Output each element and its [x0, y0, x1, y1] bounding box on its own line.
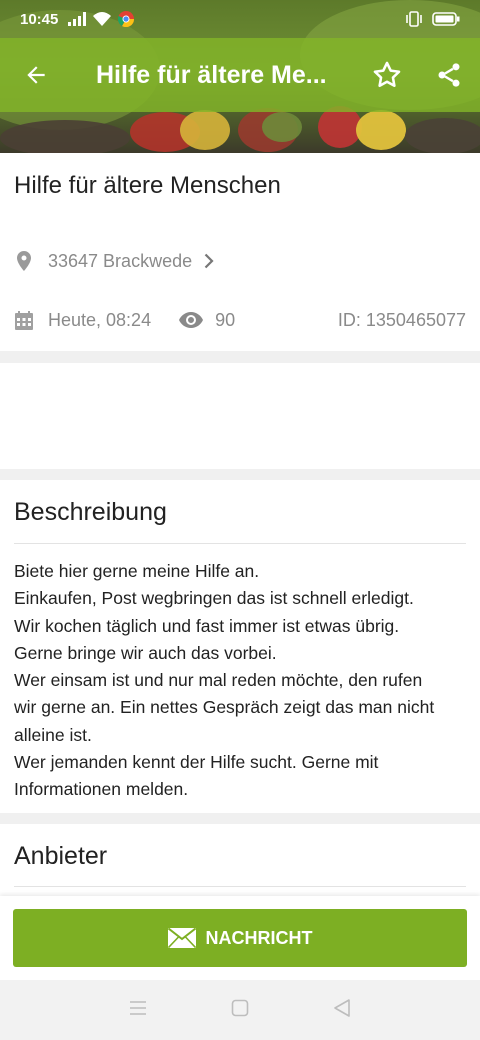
battery-icon	[432, 12, 460, 26]
back-nav-button[interactable]	[333, 998, 351, 1023]
listing-summary-card: Hilfe für ältere Menschen 33647 Brackwed…	[0, 153, 480, 351]
description-line: Einkaufen, Post wegbringen das ist schne…	[14, 588, 414, 609]
eye-icon	[179, 309, 204, 331]
provider-card: Anbieter	[0, 824, 480, 896]
status-bar: 10:45	[0, 0, 480, 38]
favorite-button[interactable]	[356, 38, 418, 112]
menu-nav-button[interactable]	[129, 1000, 147, 1021]
message-button[interactable]: NACHRICHT	[13, 909, 467, 967]
signal-icon	[68, 12, 87, 26]
description-line: Wir kochen täglich und fast immer ist et…	[14, 615, 400, 636]
location-text: 33647 Brackwede	[48, 250, 193, 271]
chevron-right-icon	[204, 253, 214, 269]
description-line: Wer jemanden kennt der Hilfe sucht. Gern…	[14, 752, 379, 773]
location-pin-icon	[14, 250, 34, 272]
view-count: 90	[215, 309, 236, 330]
envelope-icon	[167, 928, 196, 948]
info-row: Heute, 08:24 90 ID: 1350465077	[14, 308, 466, 332]
toolbar-title: Hilfe für ältere Me...	[96, 60, 327, 89]
square-home-icon	[231, 999, 249, 1016]
app-toolbar: Hilfe für ältere Me...	[0, 38, 480, 112]
listing-title: Hilfe für ältere Menschen	[14, 172, 281, 199]
back-button[interactable]	[0, 38, 72, 112]
chrome-icon	[118, 11, 135, 27]
description-line: Wer einsam ist und nur mal reden möchte,…	[14, 670, 423, 691]
bottom-action-bar: NACHRICHT	[0, 896, 480, 980]
location-row[interactable]: 33647 Brackwede	[14, 249, 466, 273]
status-time: 10:45	[20, 10, 59, 28]
description-line: Informationen melden.	[14, 779, 189, 800]
system-nav-bar	[0, 980, 480, 1040]
listing-id: ID: 1350465077	[337, 309, 466, 330]
provider-heading: Anbieter	[14, 842, 108, 870]
share-icon	[438, 63, 460, 87]
share-button[interactable]	[418, 38, 480, 112]
calendar-icon	[14, 309, 34, 331]
description-line: Gerne bringe wir auch das vorbei.	[14, 642, 277, 663]
arrow-left-icon	[27, 66, 45, 84]
star-outline-icon	[373, 61, 401, 88]
divider	[14, 543, 466, 544]
posted-date: Heute, 08:24	[48, 309, 152, 330]
description-heading: Beschreibung	[14, 498, 167, 526]
vibrate-icon	[406, 11, 422, 27]
empty-section	[0, 363, 480, 469]
description-text: Biete hier gerne meine Hilfe an. Einkauf…	[14, 558, 466, 804]
triangle-back-icon	[334, 998, 350, 1017]
menu-icon	[130, 1000, 146, 1015]
home-nav-button[interactable]	[231, 999, 249, 1022]
wifi-icon	[93, 12, 112, 26]
description-line: Biete hier gerne meine Hilfe an.	[14, 561, 260, 581]
message-button-label: NACHRICHT	[205, 927, 313, 948]
divider	[14, 886, 466, 887]
description-line: wir gerne an. Ein nettes Gespräch zeigt …	[14, 697, 435, 718]
description-card: Beschreibung Biete hier gerne meine Hilf…	[0, 480, 480, 813]
description-line: alleine ist.	[14, 724, 92, 745]
